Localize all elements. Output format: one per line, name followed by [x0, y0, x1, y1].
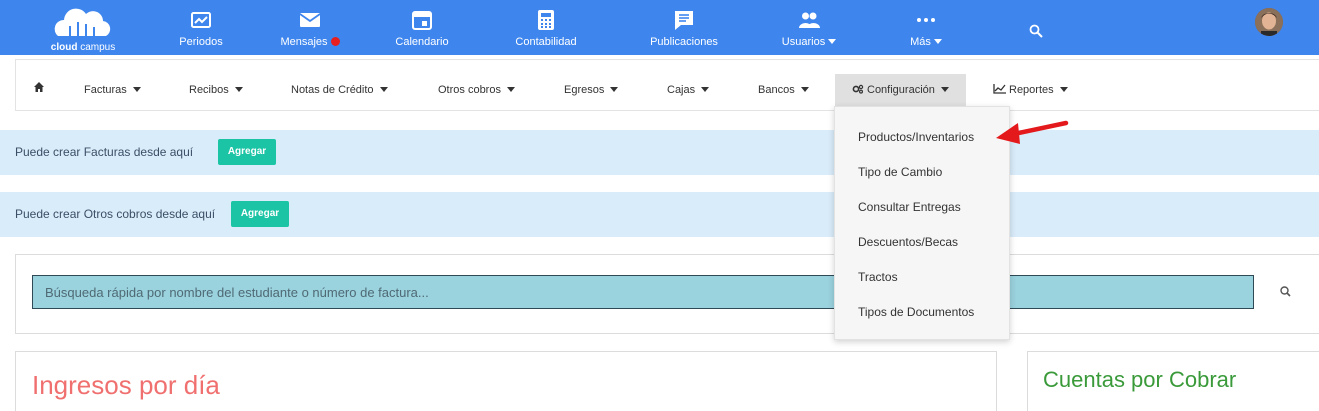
accounting-menubar: Facturas Recibos Notas de Crédito Otros …	[15, 59, 1319, 111]
menu-item-tipo-de-cambio[interactable]: Tipo de Cambio	[858, 165, 942, 179]
calendar-icon	[412, 11, 432, 30]
alert-otros-cobros: Puede crear Otros cobros desde aquí Agre…	[0, 192, 1319, 237]
chevron-down-icon	[132, 87, 141, 92]
more-horizontal-icon	[917, 18, 935, 22]
cuentas-title: Cuentas por Cobrar	[1043, 367, 1237, 392]
menu-facturas[interactable]: Facturas	[84, 74, 141, 106]
people-icon	[799, 12, 820, 28]
mail-icon	[299, 13, 321, 27]
nav-usuarios[interactable]: Usuarios	[776, 0, 842, 55]
calculator-icon	[538, 10, 554, 30]
menu-item-tipos-de-documentos[interactable]: Tipos de Documentos	[858, 305, 974, 319]
chevron-down-icon	[800, 87, 809, 92]
menu-item-consultar-entregas[interactable]: Consultar Entregas	[858, 200, 961, 214]
alert-facturas: Puede crear Facturas desde aquí Agregar	[0, 130, 1319, 175]
unread-badge	[330, 37, 340, 46]
menu-notas-de-credito[interactable]: Notas de Crédito	[291, 74, 388, 106]
menu-configuracion[interactable]: Configuración	[835, 74, 966, 106]
nav-usuarios-label: Usuarios	[781, 36, 826, 48]
nav-publicaciones[interactable]: Publicaciones	[645, 0, 723, 55]
add-otro-cobro-button[interactable]: Agregar	[231, 201, 289, 227]
alert-facturas-text: Puede crear Facturas desde aquí	[15, 145, 194, 159]
menu-item-tractos[interactable]: Tractos	[858, 270, 898, 284]
menu-cajas[interactable]: Cajas	[667, 74, 710, 106]
add-factura-button[interactable]: Agregar	[218, 139, 276, 165]
gears-icon	[852, 84, 864, 94]
nav-mensajes[interactable]: Mensajes	[275, 0, 345, 55]
nav-periodos[interactable]: Periodos	[170, 0, 232, 55]
search-input[interactable]	[32, 275, 1254, 309]
chevron-down-icon	[610, 87, 619, 92]
search-icon[interactable]	[1279, 285, 1293, 299]
top-navbar: cloud campus Periodos Mensajes Calendari…	[0, 0, 1319, 55]
chevron-down-icon	[379, 87, 388, 92]
chevron-down-icon	[940, 87, 949, 92]
nav-contabilidad[interactable]: Contabilidad	[510, 0, 582, 55]
configuracion-dropdown: Productos/Inventarios Tipo de Cambio Con…	[834, 106, 1010, 340]
chevron-down-icon	[1059, 87, 1068, 92]
chevron-down-icon	[701, 87, 710, 92]
trending-up-icon	[191, 12, 211, 28]
cuentas-panel: Cuentas por Cobrar	[1027, 351, 1319, 411]
menu-bancos[interactable]: Bancos	[758, 74, 809, 106]
chevron-down-icon	[234, 87, 243, 92]
chevron-down-icon	[506, 87, 515, 92]
menu-otros-cobros[interactable]: Otros cobros	[438, 74, 515, 106]
ingresos-panel: Ingresos por día	[15, 351, 997, 411]
chevron-down-icon	[828, 39, 837, 44]
brand-name: cloud campus	[50, 42, 116, 53]
announcement-icon	[675, 11, 693, 30]
ingresos-title: Ingresos por día	[32, 370, 220, 400]
annotation-arrow	[996, 120, 1069, 144]
nav-mas[interactable]: Más	[904, 0, 948, 55]
home-icon[interactable]	[33, 81, 45, 93]
quick-search-panel	[15, 254, 1319, 334]
nav-mas-label: Más	[910, 36, 931, 48]
search-icon[interactable]	[1029, 24, 1043, 38]
menu-egresos[interactable]: Egresos	[564, 74, 619, 106]
nav-calendario[interactable]: Calendario	[388, 0, 456, 55]
menu-item-productos-inventarios[interactable]: Productos/Inventarios	[858, 130, 974, 144]
menu-reportes[interactable]: Reportes	[993, 74, 1068, 106]
avatar[interactable]	[1255, 8, 1283, 36]
chevron-down-icon	[933, 39, 942, 44]
nav-mensajes-label: Mensajes	[280, 36, 328, 48]
line-chart-icon	[993, 84, 1006, 94]
menu-recibos[interactable]: Recibos	[189, 74, 243, 106]
menu-item-descuentos-becas[interactable]: Descuentos/Becas	[858, 235, 958, 249]
alert-otros-text: Puede crear Otros cobros desde aquí	[15, 207, 216, 221]
